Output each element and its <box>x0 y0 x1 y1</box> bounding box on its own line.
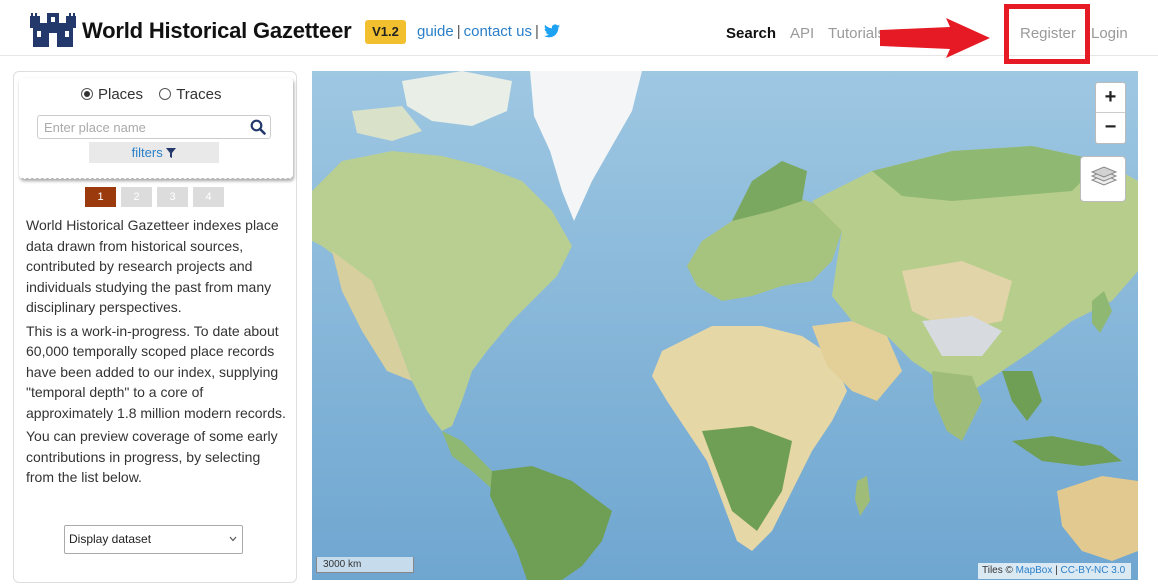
radio-places-label[interactable]: Places <box>98 86 143 103</box>
license-link[interactable]: CC-BY-NC 3.0 <box>1061 565 1126 576</box>
dataset-select[interactable]: Display dataset <box>64 525 243 554</box>
intro-paragraph-1: World Historical Gazetteer indexes place… <box>26 217 279 315</box>
nav-search[interactable]: Search <box>726 25 776 42</box>
search-mode-radios: Places Traces <box>81 86 234 103</box>
red-arrow-annotation <box>880 18 990 58</box>
radio-traces[interactable] <box>159 88 172 100</box>
mapbox-link[interactable]: MapBox <box>1016 565 1053 576</box>
dataset-select-value: Display dataset <box>69 532 152 546</box>
place-name-search-input[interactable] <box>37 115 271 139</box>
filters-button[interactable]: filters <box>89 142 219 163</box>
nav-login[interactable]: Login <box>1091 25 1128 42</box>
castle-logo-icon[interactable] <box>30 13 76 47</box>
page-button-3[interactable]: 3 <box>157 187 188 207</box>
register-highlight-box <box>1004 4 1090 64</box>
intro-paragraph-2: This is a work-in-progress. To date abou… <box>26 322 286 421</box>
chevron-down-icon <box>229 536 237 542</box>
world-map[interactable] <box>312 71 1138 580</box>
nav-api[interactable]: API <box>790 25 814 42</box>
guide-link[interactable]: guide <box>417 23 454 40</box>
left-panel: Places Traces filters 1 2 3 4 World Hist… <box>13 71 297 583</box>
twitter-icon[interactable] <box>543 24 560 38</box>
zoom-out-button[interactable]: − <box>1096 113 1125 143</box>
layers-icon <box>1090 166 1118 186</box>
intro-text: World Historical Gazetteer indexes place… <box>26 215 288 491</box>
attribution-separator: | <box>1055 565 1058 576</box>
radio-places[interactable] <box>81 88 93 100</box>
map-scale-bar: 3000 km <box>316 557 414 573</box>
zoom-in-button[interactable]: + <box>1096 83 1125 113</box>
map-attribution: Tiles © MapBox | CC-BY-NC 3.0 <box>978 563 1132 579</box>
search-card: Places Traces filters <box>19 78 293 179</box>
site-title[interactable]: World Historical Gazetteer <box>82 18 352 44</box>
funnel-icon <box>166 148 177 158</box>
search-icon[interactable] <box>250 119 266 135</box>
page-button-2[interactable]: 2 <box>121 187 152 207</box>
page-button-4[interactable]: 4 <box>193 187 224 207</box>
version-badge: V1.2 <box>365 20 406 44</box>
world-map-tiles <box>312 71 1138 580</box>
intro-paragraph-3: You can preview coverage of some early c… <box>26 428 278 485</box>
filters-label: filters <box>131 145 163 160</box>
top-links: guide | contact us | <box>417 23 560 40</box>
link-separator: | <box>456 23 461 40</box>
attribution-prefix: Tiles © <box>982 565 1013 576</box>
page-button-1[interactable]: 1 <box>85 187 116 207</box>
zoom-control: + − <box>1095 82 1126 144</box>
contact-us-link[interactable]: contact us <box>464 23 532 40</box>
link-separator: | <box>534 23 539 40</box>
layers-button[interactable] <box>1080 156 1126 202</box>
radio-traces-label[interactable]: Traces <box>176 86 221 103</box>
